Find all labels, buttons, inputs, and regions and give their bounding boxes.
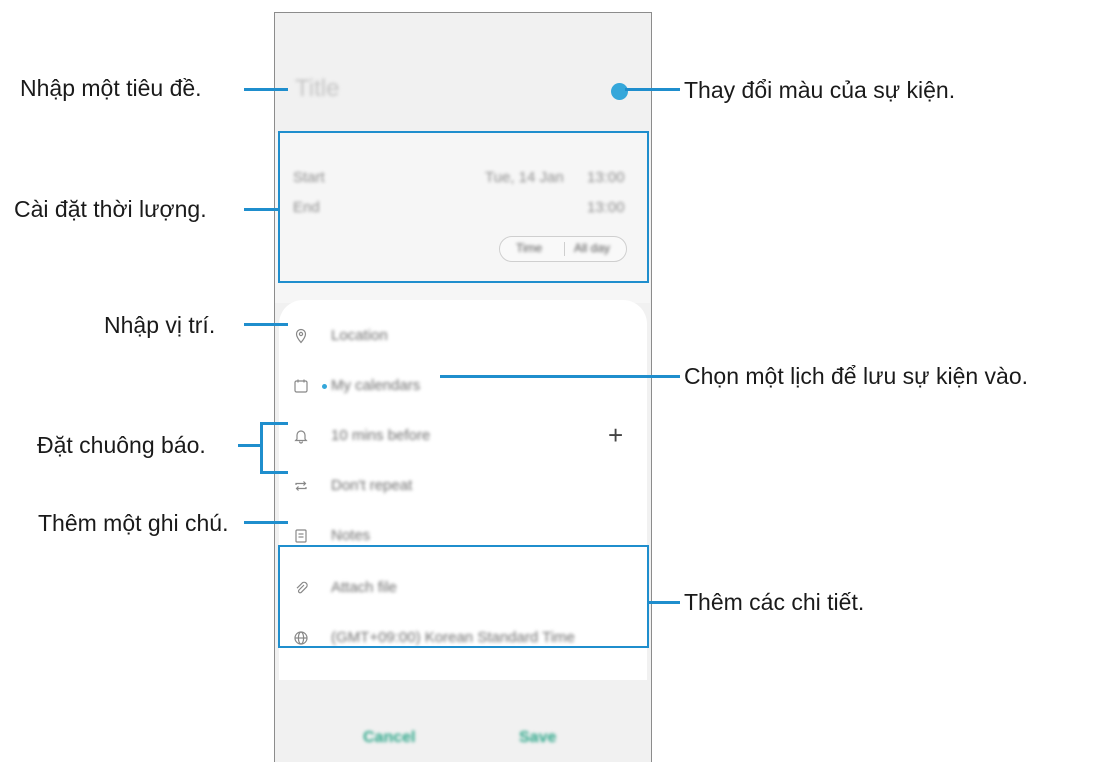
callout-duration-line <box>244 208 279 211</box>
callout-alarm: Đặt chuông báo. <box>37 432 206 458</box>
title-input[interactable]: Title <box>295 75 339 103</box>
callout-alarm-bottom-line <box>260 471 288 474</box>
callout-calendar: Chọn một lịch để lưu sự kiện vào. <box>684 363 1029 389</box>
event-color-button[interactable] <box>611 83 628 100</box>
bell-icon <box>294 430 308 444</box>
callout-title-line <box>244 88 288 91</box>
callout-alarm-bracket <box>260 422 263 473</box>
calendar-row[interactable]: My calendars <box>279 366 647 406</box>
notes-icon <box>295 529 307 543</box>
callout-location: Nhập vị trí. <box>104 312 216 338</box>
reminder-value[interactable]: 10 mins before <box>331 427 430 444</box>
reminder-row[interactable]: 10 mins before + <box>279 416 647 456</box>
callout-color: Thay đổi màu của sự kiện. <box>684 77 956 103</box>
repeat-row[interactable]: Don't repeat <box>279 466 647 506</box>
bottom-action-bar: Cancel Save <box>275 681 650 762</box>
location-pin-icon <box>295 328 307 344</box>
callout-details: Thêm các chi tiết. <box>684 589 865 615</box>
callout-note-line <box>244 521 288 524</box>
location-input[interactable]: Location <box>331 327 388 344</box>
callout-color-line <box>625 88 680 91</box>
details-highlight <box>278 545 649 648</box>
add-reminder-button[interactable]: + <box>608 422 623 448</box>
callout-location-line <box>244 323 288 326</box>
notes-input[interactable]: Notes <box>331 527 370 544</box>
callout-title: Nhập một tiêu đề. <box>20 75 202 101</box>
cancel-button[interactable]: Cancel <box>363 729 415 747</box>
callout-duration: Cài đặt thời lượng. <box>14 196 207 222</box>
repeat-value[interactable]: Don't repeat <box>331 477 412 494</box>
repeat-icon <box>295 481 307 491</box>
callout-alarm-line <box>238 444 261 447</box>
calendar-icon <box>294 379 308 393</box>
callout-alarm-top-line <box>260 422 288 425</box>
calendar-selector[interactable]: My calendars <box>331 377 420 394</box>
calendar-color-dot <box>322 384 327 389</box>
location-row[interactable]: Location <box>279 316 647 356</box>
phone-screen: Title Start Tue, 14 Jan 13:00 End 13:00 … <box>274 12 652 762</box>
duration-highlight <box>278 131 649 283</box>
callout-calendar-line <box>440 375 680 378</box>
save-button[interactable]: Save <box>519 729 556 747</box>
callout-note: Thêm một ghi chú. <box>38 510 229 536</box>
callout-details-line <box>649 601 680 604</box>
